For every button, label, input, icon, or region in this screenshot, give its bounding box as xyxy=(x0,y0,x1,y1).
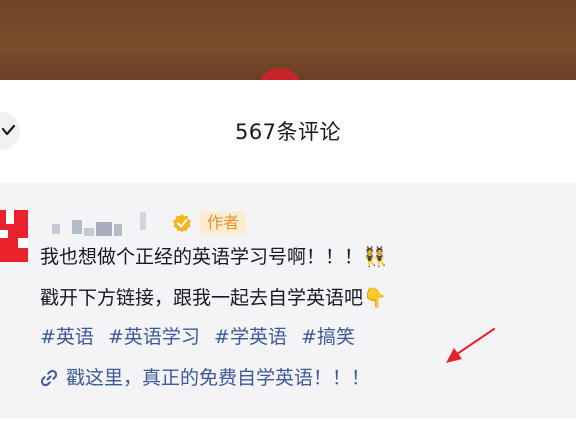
comment-link[interactable]: 戳这里，真正的免费自学英语！！！ xyxy=(40,364,370,392)
comment-link-text: 戳这里，真正的免费自学英语！！！ xyxy=(66,367,371,389)
comment-line-1: 我也想做个正经的英语学习号啊！！！👯 xyxy=(40,242,387,269)
hashtag-english[interactable]: #英语 xyxy=(40,326,94,348)
hashtag-funny[interactable]: #搞笑 xyxy=(301,326,355,348)
hashtag-english-learning[interactable]: #英语学习 xyxy=(108,326,200,348)
comment-line-2-text: 戳开下方链接，跟我一起去自学英语吧 xyxy=(40,287,364,309)
annotation-arrow-icon xyxy=(446,328,495,363)
hashtag-learn-english[interactable]: #学英语 xyxy=(214,326,287,348)
avatar[interactable] xyxy=(0,210,28,262)
link-icon xyxy=(40,369,58,387)
video-preview-strip xyxy=(0,0,576,80)
author-tag: 作者 xyxy=(200,211,247,235)
verified-badge-icon xyxy=(173,214,191,233)
comment-line-1-text: 我也想做个正经的英语学习号啊！！！ xyxy=(40,246,364,268)
pointing-down-emoji: 👇 xyxy=(363,287,387,309)
comment-line-2: 戳开下方链接，跟我一起去自学英语吧👇 xyxy=(40,283,387,310)
dancing-emoji: 👯 xyxy=(363,246,387,268)
hashtag-row: #英语 #英语学习 #学英语 #搞笑 xyxy=(40,322,364,349)
username-redacted[interactable] xyxy=(52,212,148,238)
comments-count-title: 567条评论 xyxy=(234,120,342,144)
